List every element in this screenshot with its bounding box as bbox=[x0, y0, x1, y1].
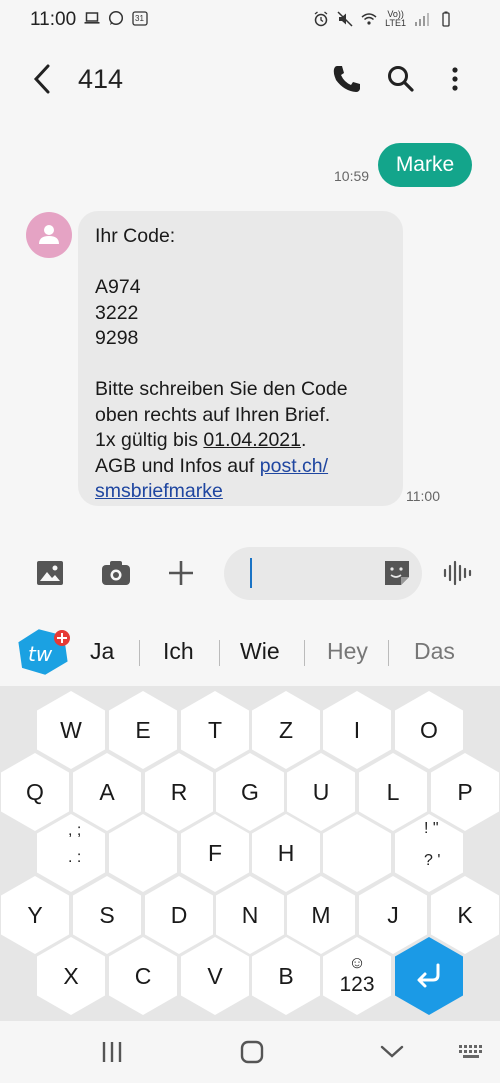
calendar-icon: 31 bbox=[132, 10, 148, 26]
message-line: Ihr Code: bbox=[95, 225, 176, 247]
key-u[interactable]: U bbox=[287, 753, 355, 831]
contact-title: 414 bbox=[78, 64, 124, 94]
contact-avatar[interactable] bbox=[26, 212, 72, 258]
suggestion-item[interactable]: Wie bbox=[240, 638, 280, 665]
key-s[interactable]: S bbox=[73, 876, 141, 954]
key-g[interactable]: G bbox=[216, 753, 284, 831]
message-line: Bitte schreiben Sie den Code bbox=[95, 378, 348, 400]
key-o[interactable]: O bbox=[395, 691, 463, 769]
url-link-continued[interactable]: smsbriefmarke bbox=[95, 480, 223, 502]
phone-icon[interactable] bbox=[330, 62, 364, 96]
punct-right-top: ! " bbox=[424, 820, 439, 837]
key-q[interactable]: Q bbox=[1, 753, 69, 831]
message-line: AGB und Infos auf post.ch/ bbox=[95, 454, 329, 477]
key-numbers[interactable]: ☺ 123 bbox=[323, 937, 391, 1015]
hex-keyboard: W E T Z I O Q A R G U L P , ; . : F H ! … bbox=[0, 686, 500, 1021]
key-m[interactable]: M bbox=[287, 876, 355, 954]
message-line bbox=[95, 352, 387, 378]
enter-icon bbox=[417, 963, 440, 988]
voice-icon[interactable] bbox=[442, 557, 472, 589]
plus-icon[interactable] bbox=[166, 557, 196, 589]
more-vert-icon[interactable] bbox=[438, 62, 472, 96]
text-cursor bbox=[250, 558, 252, 588]
home-icon[interactable] bbox=[237, 1037, 267, 1067]
key-h[interactable]: H bbox=[252, 814, 320, 892]
message-line: 1x gültig bis 01.04.2021. bbox=[95, 429, 307, 451]
camera-icon[interactable] bbox=[101, 557, 131, 589]
punct-left-bottom: . : bbox=[68, 849, 82, 866]
key-b[interactable]: B bbox=[252, 937, 320, 1015]
emoji-icon: ☺ bbox=[348, 953, 366, 972]
key-l[interactable]: L bbox=[359, 753, 427, 831]
key-y[interactable]: Y bbox=[1, 876, 69, 954]
key-e[interactable]: E bbox=[109, 691, 177, 769]
message-line: oben rechts auf Ihren Brief. bbox=[95, 403, 331, 426]
signal-icon bbox=[415, 13, 429, 26]
message-line: 3222 bbox=[95, 301, 139, 324]
search-icon[interactable] bbox=[384, 62, 418, 96]
key-w[interactable]: W bbox=[37, 691, 105, 769]
back-arrow-icon[interactable] bbox=[28, 62, 58, 96]
battery-icon bbox=[442, 11, 450, 27]
suggestion-item[interactable]: Hey bbox=[327, 638, 368, 665]
conversation-header: 414 bbox=[0, 40, 500, 120]
key-r[interactable]: R bbox=[145, 753, 213, 831]
sent-message-bubble[interactable]: Marke bbox=[378, 143, 472, 187]
key-blank[interactable] bbox=[109, 814, 177, 892]
laptop-icon bbox=[84, 12, 100, 24]
date-link[interactable]: 01.04.2021 bbox=[203, 429, 301, 451]
key-z[interactable]: Z bbox=[252, 691, 320, 769]
sticker-icon[interactable] bbox=[382, 557, 412, 589]
whatsapp-icon bbox=[108, 10, 124, 26]
status-bar: 11:00 31 Vo)) LTE1 bbox=[0, 0, 500, 40]
key-blank[interactable] bbox=[323, 814, 391, 892]
suggestion-item[interactable]: Ja bbox=[90, 638, 114, 665]
key-j[interactable]: J bbox=[359, 876, 427, 954]
key-f[interactable]: F bbox=[181, 814, 249, 892]
status-time: 11:00 bbox=[30, 9, 77, 30]
alarm-icon bbox=[314, 11, 328, 27]
message-line: smsbriefmarke bbox=[95, 479, 387, 505]
suggestion-item[interactable]: Ich bbox=[163, 638, 194, 665]
key-p[interactable]: P bbox=[431, 753, 499, 831]
recent-apps-icon[interactable] bbox=[97, 1037, 127, 1067]
punct-left-top: , ; bbox=[68, 822, 82, 839]
key-n[interactable]: N bbox=[216, 876, 284, 954]
image-icon[interactable] bbox=[35, 557, 65, 589]
keyboard-icon[interactable] bbox=[456, 1037, 486, 1067]
suggestion-strip: tw Ja Ich Wie Hey Das bbox=[0, 618, 500, 686]
message-line bbox=[95, 250, 387, 276]
key-x[interactable]: X bbox=[37, 937, 105, 1015]
key-a[interactable]: A bbox=[73, 753, 141, 831]
received-message-time: 11:00 bbox=[406, 488, 440, 504]
message-line: 9298 bbox=[95, 327, 139, 349]
received-message-bubble[interactable]: Ihr Code: A974 3222 9298 Bitte schreiben… bbox=[78, 211, 403, 506]
back-down-icon[interactable] bbox=[377, 1037, 407, 1067]
svg-text:tw: tw bbox=[28, 642, 53, 666]
typewise-logo-icon[interactable]: tw bbox=[14, 627, 70, 677]
punct-right-bottom: ? ' bbox=[424, 852, 441, 869]
volte-icon: Vo)) LTE1 bbox=[385, 9, 406, 28]
key-v[interactable]: V bbox=[181, 937, 249, 1015]
message-line: A974 bbox=[95, 276, 141, 298]
navigation-bar bbox=[0, 1021, 500, 1083]
key-enter[interactable] bbox=[395, 937, 463, 1015]
person-icon bbox=[39, 225, 59, 244]
suggestion-item[interactable]: Das bbox=[414, 638, 455, 665]
key-d[interactable]: D bbox=[145, 876, 213, 954]
key-i[interactable]: I bbox=[323, 691, 391, 769]
key-t[interactable]: T bbox=[181, 691, 249, 769]
key-k[interactable]: K bbox=[431, 876, 499, 954]
key-c[interactable]: C bbox=[109, 937, 177, 1015]
wifi-icon bbox=[361, 13, 377, 25]
sent-message-time: 10:59 bbox=[334, 168, 370, 184]
url-link[interactable]: post.ch/ bbox=[260, 455, 328, 477]
mute-icon bbox=[337, 11, 353, 27]
